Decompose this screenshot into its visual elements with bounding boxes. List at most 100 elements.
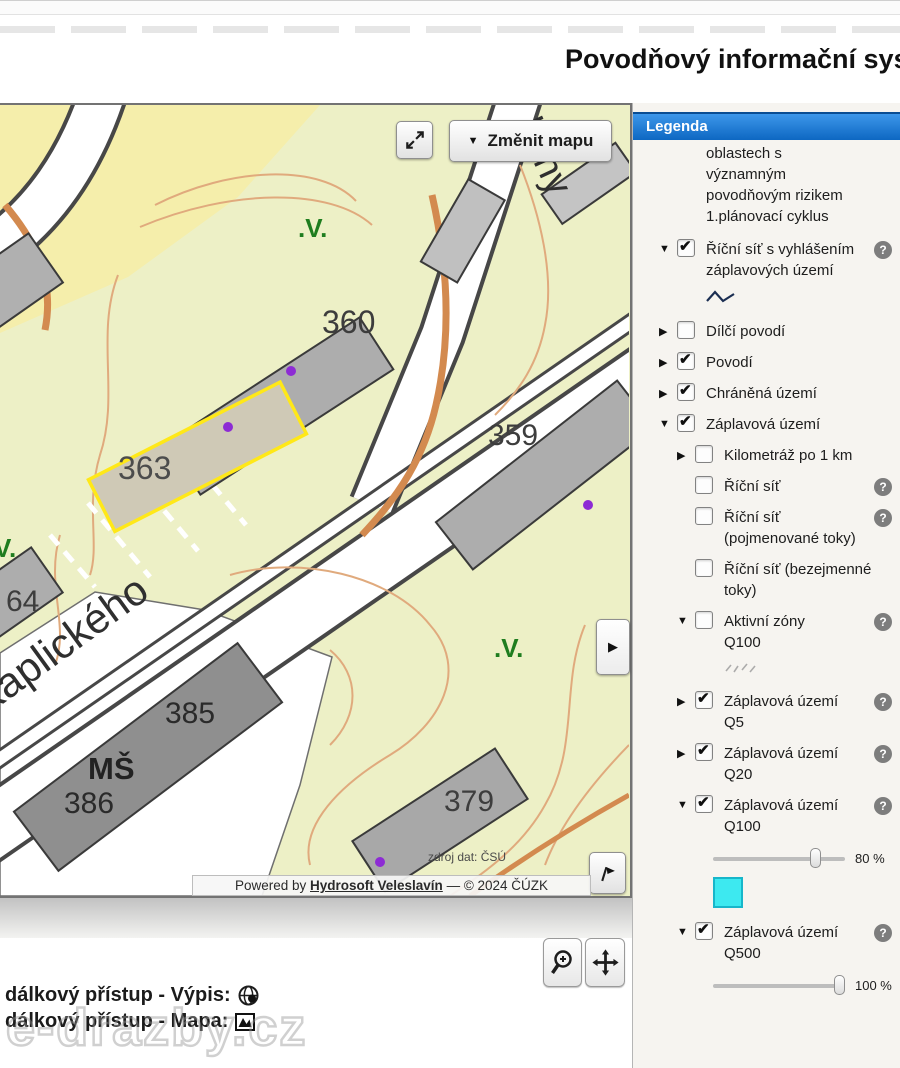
change-map-label: Změnit mapu: [488, 131, 594, 151]
label-363: 363: [118, 450, 171, 486]
layer-checkbox[interactable]: [695, 445, 713, 463]
expand-arrow-icon[interactable]: ▶: [677, 695, 695, 708]
layer-checkbox[interactable]: ✔: [677, 414, 695, 432]
layer-checkbox[interactable]: [695, 559, 713, 577]
dropdown-arrow-icon: ▼: [468, 135, 479, 147]
label-ms: MŠ: [88, 750, 135, 786]
label-385: 385: [165, 697, 215, 730]
layer-checkbox[interactable]: ✔: [695, 743, 713, 761]
legend-item: Říční síť (pojmenované toky)?: [633, 507, 900, 549]
collapse-arrow-icon[interactable]: ▼: [677, 799, 695, 811]
change-map-button[interactable]: ▼ Změnit mapu: [449, 120, 612, 162]
pan-button[interactable]: [585, 938, 625, 987]
veg-symbol-2: .V.: [494, 633, 523, 663]
help-icon[interactable]: ?: [874, 693, 892, 711]
veg-symbol-3: V.: [0, 533, 16, 563]
help-icon[interactable]: ?: [874, 745, 892, 763]
expand-arrow-icon[interactable]: ▶: [659, 387, 677, 400]
opacity-slider[interactable]: 80 %: [713, 847, 893, 871]
remote-access-mapa-label: dálkový přístup - Mapa:: [5, 1010, 228, 1033]
legend-item-label: Chráněná území: [706, 383, 817, 404]
layer-checkbox[interactable]: ✔: [677, 352, 695, 370]
slider-value: 80 %: [855, 851, 885, 866]
top-bar: [0, 0, 900, 15]
page-title: Povodňový informační systém: [565, 44, 900, 82]
collapse-arrow-icon[interactable]: ▼: [677, 926, 695, 938]
layer-checkbox[interactable]: [695, 476, 713, 494]
label-64: 64: [6, 585, 39, 618]
magnifier-icon: [549, 948, 576, 977]
expand-arrow-icon[interactable]: ▶: [659, 325, 677, 338]
legend-item: ▼✔ Záplavová území Q500?: [633, 922, 900, 964]
legend-item-label: Záplavová území Q500: [724, 922, 842, 964]
legend-item: ▶Kilometráž po 1 km: [633, 445, 900, 466]
help-icon[interactable]: ?: [874, 924, 892, 942]
legend-item: ▶✔Záplavová území Q5?: [633, 691, 900, 733]
legend-item-label: Dílčí povodí: [706, 321, 785, 342]
legend-item-label: Záplavová území Q100: [724, 795, 842, 837]
fullscreen-button[interactable]: [396, 121, 433, 159]
help-icon[interactable]: ?: [874, 509, 892, 527]
checkmark-icon: ✔: [679, 350, 692, 368]
checkmark-icon: ✔: [697, 741, 710, 759]
checkmark-icon: ✔: [679, 412, 692, 430]
zoom-button[interactable]: [543, 938, 582, 987]
expand-arrow-icon[interactable]: ▶: [659, 356, 677, 369]
map-document-icon[interactable]: [234, 1011, 256, 1033]
flood-info-page: Povodňový informační systém: [0, 0, 900, 1068]
layer-checkbox[interactable]: [677, 321, 695, 339]
attribution-prefix: Powered by: [235, 878, 310, 893]
slider-value: 100 %: [855, 978, 892, 993]
layer-checkbox[interactable]: ✔: [695, 691, 713, 709]
expand-arrow-icon[interactable]: ▶: [677, 747, 695, 760]
right-arrow-icon: ▶: [608, 639, 618, 655]
legend-item: ▶✔Povodí: [633, 352, 900, 373]
slider-track[interactable]: [713, 984, 845, 988]
legend-item: Říční síť?: [633, 476, 900, 497]
expand-arrow-icon[interactable]: ▶: [677, 449, 695, 462]
layer-checkbox[interactable]: [695, 611, 713, 629]
layer-checkbox[interactable]: [695, 507, 713, 525]
legend-item: ▼ Aktivní zóny Q100?: [633, 611, 900, 653]
checkmark-icon: ✔: [679, 237, 692, 255]
legend-item-label: Říční síť s vyhlášením záplavových území: [706, 239, 858, 281]
opacity-slider[interactable]: 100 %: [713, 974, 893, 998]
layer-checkbox[interactable]: ✔: [677, 239, 695, 257]
label-359: 359: [488, 419, 538, 452]
collapse-arrow-icon[interactable]: ▼: [659, 418, 677, 430]
legend-intro-text: oblastech s významným povodňovým rizikem…: [706, 143, 858, 227]
legend-item-label: Říční síť (pojmenované toky): [724, 507, 876, 549]
veg-symbol-1: .V.: [298, 213, 327, 243]
layer-checkbox[interactable]: ✔: [695, 795, 713, 813]
legend-item-label: Záplavová území Q20: [724, 743, 842, 785]
label-379: 379: [444, 785, 494, 818]
help-icon[interactable]: ?: [874, 613, 892, 631]
legend-items: ▼✔Říční síť s vyhlášením záplavových úze…: [633, 239, 900, 998]
help-icon[interactable]: ?: [874, 797, 892, 815]
remote-access-vypis-label: dálkový přístup - Výpis:: [5, 984, 231, 1007]
flag-button[interactable]: [589, 852, 626, 894]
hydrosoft-link[interactable]: Hydrosoft Veleslavín: [310, 878, 443, 893]
slider-track[interactable]: [713, 857, 845, 861]
globe-icon[interactable]: [237, 984, 260, 1007]
slider-thumb[interactable]: [810, 848, 821, 868]
legend-item: ▶✔ Záplavová území Q20?: [633, 743, 900, 785]
legend-item: ▶ Dílčí povodí: [633, 321, 900, 342]
slider-thumb[interactable]: [834, 975, 845, 995]
legend-item-label: Aktivní zóny Q100: [724, 611, 842, 653]
legend-item-label: Záplavová území: [706, 414, 820, 435]
checkmark-icon: ✔: [697, 689, 710, 707]
legend-header: Legenda: [633, 112, 900, 140]
map-canvas[interactable]: 360 359 363 64 385 MŠ 386 379 Kaplického…: [0, 103, 632, 898]
top-dashed-strip: [0, 26, 900, 33]
attribution-suffix: — © 2024 ČÚZK: [443, 878, 548, 893]
collapse-arrow-icon[interactable]: ▼: [677, 615, 695, 627]
sidebar-toggle-button[interactable]: ▶: [596, 619, 630, 675]
layer-checkbox[interactable]: ✔: [677, 383, 695, 401]
layer-checkbox[interactable]: ✔: [695, 922, 713, 940]
remote-access-line-1: dálkový přístup - Výpis:: [5, 984, 260, 1007]
checkmark-icon: ✔: [697, 920, 710, 938]
collapse-arrow-icon[interactable]: ▼: [659, 243, 677, 255]
help-icon[interactable]: ?: [874, 241, 892, 259]
help-icon[interactable]: ?: [874, 478, 892, 496]
